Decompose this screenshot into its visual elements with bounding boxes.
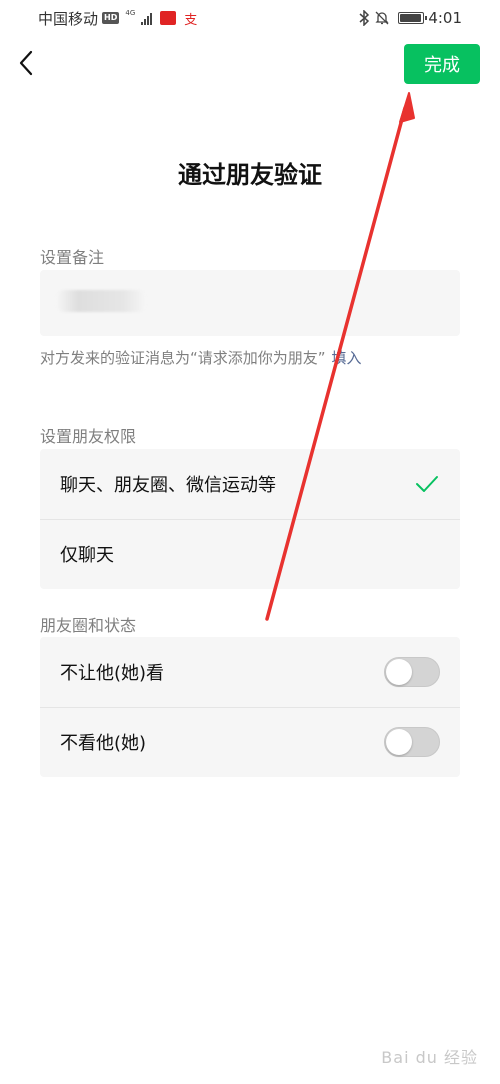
notification-app-icon (160, 11, 177, 25)
clock-time: 4:01 (428, 9, 462, 27)
hide-their-moments-row: 不看他(她) (40, 707, 460, 777)
alipay-notification-icon: 支 (184, 12, 198, 28)
toggle-knob (386, 659, 412, 685)
network-type: 4G (125, 9, 136, 17)
hide-my-moments-toggle[interactable] (384, 657, 440, 687)
remark-hint: 对方发来的验证消息为“请求添加你为朋友” 填入 (40, 347, 362, 368)
remark-section-label: 设置备注 (40, 248, 105, 267)
status-bar: 中国移动 HD 4G 支 4:01 (0, 0, 500, 36)
hide-their-moments-toggle[interactable] (384, 727, 440, 757)
watermark: Bai du 经验 (381, 1048, 478, 1067)
page-title: 通过朋友验证 (178, 161, 322, 189)
moments-section-label: 朋友圈和状态 (40, 616, 137, 635)
hide-my-moments-label: 不让他(她)看 (60, 663, 165, 684)
fill-in-link[interactable]: 填入 (332, 349, 362, 367)
status-bar-left: 中国移动 HD 4G 支 (38, 8, 197, 29)
done-button[interactable]: 完成 (404, 44, 480, 84)
remark-input[interactable] (40, 270, 460, 336)
remark-blurred-value (56, 290, 146, 312)
carrier-name: 中国移动 (38, 9, 99, 28)
permission-option-label: 聊天、朋友圈、微信运动等 (60, 475, 276, 496)
hide-their-moments-label: 不看他(她) (60, 733, 147, 754)
battery-icon (398, 12, 428, 24)
permission-option-label: 仅聊天 (60, 545, 114, 566)
status-bar-right: 4:01 (358, 9, 462, 27)
remark-hint-text: 对方发来的验证消息为“请求添加你为朋友” (40, 349, 326, 367)
signal-icon (141, 12, 153, 25)
bluetooth-icon (359, 10, 370, 26)
permission-option-chat-only[interactable]: 仅聊天 (40, 519, 460, 589)
permission-options: 聊天、朋友圈、微信运动等 仅聊天 (40, 449, 460, 589)
chevron-left-icon (19, 50, 33, 76)
back-button[interactable] (10, 45, 42, 81)
moments-options: 不让他(她)看 不看他(她) (40, 637, 460, 777)
permission-option-all[interactable]: 聊天、朋友圈、微信运动等 (40, 449, 460, 519)
toggle-knob (386, 729, 412, 755)
hd-badge: HD (102, 12, 120, 24)
mute-bell-icon (375, 11, 389, 25)
hide-my-moments-row: 不让他(她)看 (40, 637, 460, 707)
battery-level (400, 14, 421, 22)
checkmark-icon (416, 476, 438, 492)
permission-section-label: 设置朋友权限 (40, 427, 137, 446)
